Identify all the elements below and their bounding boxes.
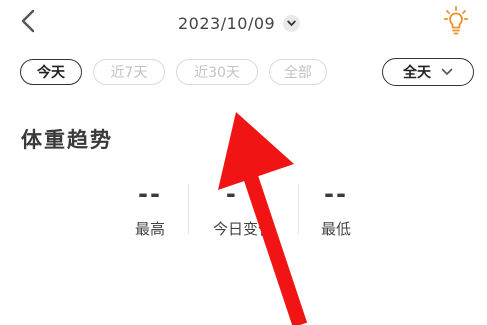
date-picker[interactable]: 2023/10/09 xyxy=(178,10,301,36)
chip-all[interactable]: 全部 xyxy=(269,59,327,85)
tips-button[interactable] xyxy=(443,6,469,40)
chevron-down-icon[interactable] xyxy=(283,14,301,32)
chip-today[interactable]: 今天 xyxy=(20,59,82,85)
stat-value: -- xyxy=(324,180,348,208)
annotation-arrow xyxy=(218,112,308,325)
period-select-value: 全天 xyxy=(403,65,431,81)
weight-trend-screen: 2023/10/09 今天 近7天 近30天 全部 全天 体重趋势 -- 最高 … xyxy=(0,0,487,325)
section-title: 体重趋势 xyxy=(21,128,113,152)
chip-last-7-days[interactable]: 近7天 xyxy=(93,59,165,85)
back-button[interactable] xyxy=(14,8,42,38)
chip-last-30-days[interactable]: 近30天 xyxy=(176,59,258,85)
chevron-down-icon xyxy=(441,64,453,80)
stat-lowest: -- 最低 xyxy=(276,178,396,239)
chevron-left-icon xyxy=(21,9,35,37)
period-select[interactable]: 全天 xyxy=(382,58,474,86)
stat-label: 最低 xyxy=(320,220,351,238)
lightbulb-icon xyxy=(443,6,469,40)
range-filter-chips: 今天 近7天 近30天 全部 xyxy=(20,59,327,85)
current-date: 2023/10/09 xyxy=(178,13,276,33)
